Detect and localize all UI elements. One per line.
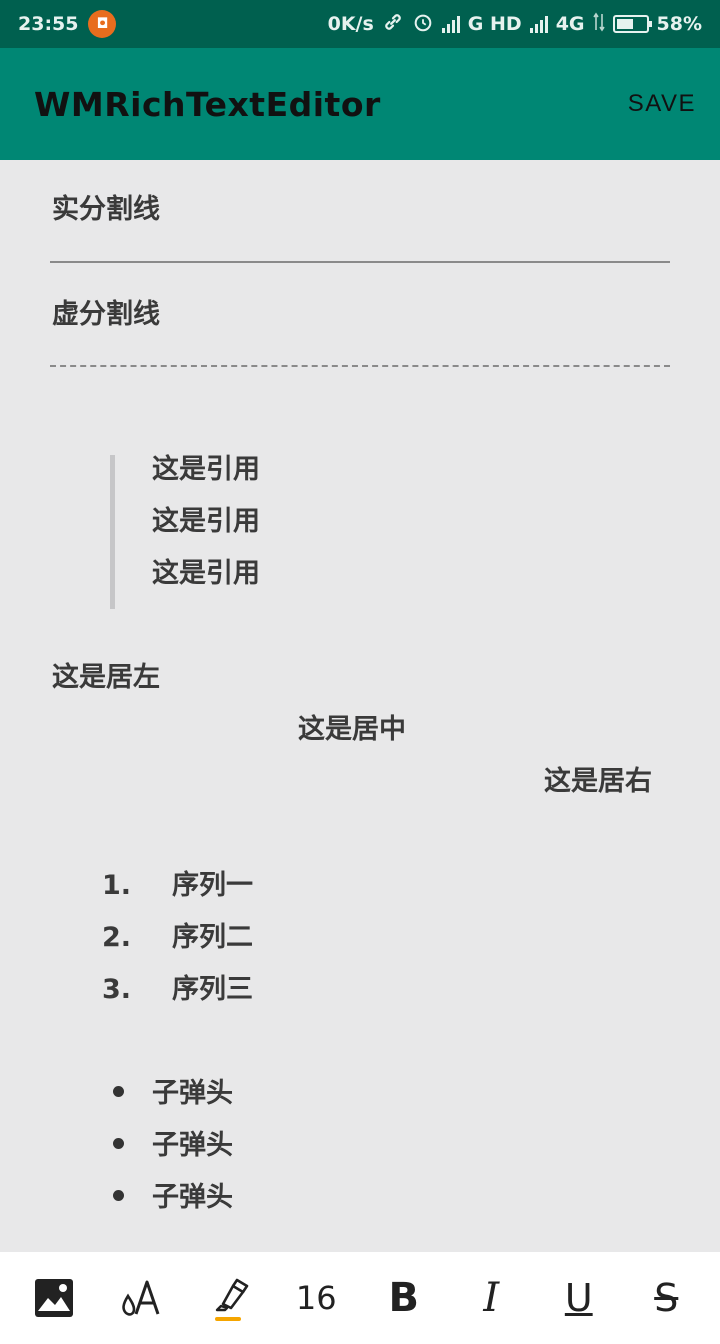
bullet-icon bbox=[113, 1086, 124, 1097]
rich-text-editor[interactable]: 实分割线 虚分割线 这是引用 这是引用 这是引用 这是居左 这是居中 这是居右 … bbox=[0, 160, 720, 1252]
link-icon bbox=[382, 11, 404, 38]
app-bar: WMRichTextEditor SAVE bbox=[0, 48, 720, 160]
highlight-button[interactable] bbox=[197, 1266, 261, 1330]
net-speed: 0K/s bbox=[327, 13, 374, 35]
italic-icon: I bbox=[483, 1275, 500, 1321]
ordered-list-item: 序列三 bbox=[172, 974, 253, 1005]
notification-icon: ◘ bbox=[88, 10, 117, 38]
status-left: 23:55 ◘ bbox=[18, 10, 117, 38]
bold-icon: B bbox=[388, 1275, 420, 1321]
status-right: 0K/s G HD 4G 58% bbox=[328, 11, 702, 38]
highlighter-icon bbox=[215, 1278, 249, 1312]
ordered-list-number: 1. bbox=[102, 870, 132, 901]
bullet-list-item: 子弹头 bbox=[152, 1130, 233, 1161]
ordered-list-number: 2. bbox=[102, 922, 132, 953]
ordered-list-item: 序列一 bbox=[172, 870, 253, 901]
font-size-button[interactable]: 16 bbox=[284, 1266, 348, 1330]
battery-percent: 58% bbox=[656, 13, 702, 35]
status-time: 23:55 bbox=[18, 13, 79, 35]
ordered-list-number: 3. bbox=[102, 974, 132, 1005]
alarm-icon bbox=[412, 11, 434, 38]
ordered-list-item: 序列二 bbox=[172, 922, 253, 953]
data-arrows-icon bbox=[592, 12, 605, 37]
bullet-list-item: 子弹头 bbox=[152, 1182, 233, 1213]
status-bar: 23:55 ◘ 0K/s G HD 4G 58% bbox=[0, 0, 720, 48]
text-color-icon bbox=[122, 1280, 160, 1316]
network-type-2: 4G bbox=[555, 13, 585, 35]
network-type-1: G HD bbox=[467, 13, 522, 35]
insert-image-button[interactable] bbox=[22, 1266, 86, 1330]
battery-icon bbox=[612, 15, 652, 33]
quote-line: 这是引用 bbox=[152, 454, 260, 485]
underline-icon: U bbox=[564, 1276, 593, 1320]
underline-button[interactable]: U bbox=[547, 1266, 611, 1330]
align-center-text: 这是居中 bbox=[298, 714, 406, 745]
font-size-icon: 16 bbox=[295, 1279, 337, 1317]
bullet-icon bbox=[113, 1190, 124, 1201]
highlight-color-indicator bbox=[214, 1317, 241, 1321]
image-icon bbox=[34, 1279, 73, 1317]
dashed-divider bbox=[50, 365, 670, 367]
format-toolbar: 16 B I U S bbox=[0, 1252, 720, 1344]
strikethrough-button[interactable]: S bbox=[634, 1266, 698, 1330]
quote-line: 这是引用 bbox=[152, 506, 260, 537]
signal-icon-2 bbox=[529, 15, 548, 33]
solid-divider-label: 实分割线 bbox=[52, 194, 160, 225]
text-color-button[interactable] bbox=[109, 1266, 173, 1330]
bullet-list-item: 子弹头 bbox=[152, 1078, 233, 1109]
save-button[interactable]: SAVE bbox=[628, 80, 696, 128]
dashed-divider-label: 虚分割线 bbox=[52, 299, 160, 330]
align-right-text: 这是居右 bbox=[544, 766, 652, 797]
solid-divider bbox=[50, 261, 670, 263]
strikethrough-icon: S bbox=[654, 1276, 679, 1320]
quote-line: 这是引用 bbox=[152, 558, 260, 589]
blockquote-bar bbox=[110, 455, 115, 609]
bold-button[interactable]: B bbox=[372, 1266, 436, 1330]
signal-icon bbox=[441, 15, 460, 33]
align-left-text: 这是居左 bbox=[52, 662, 160, 693]
italic-button[interactable]: I bbox=[459, 1266, 523, 1330]
app-title: WMRichTextEditor bbox=[34, 84, 381, 124]
bullet-icon bbox=[113, 1138, 124, 1149]
